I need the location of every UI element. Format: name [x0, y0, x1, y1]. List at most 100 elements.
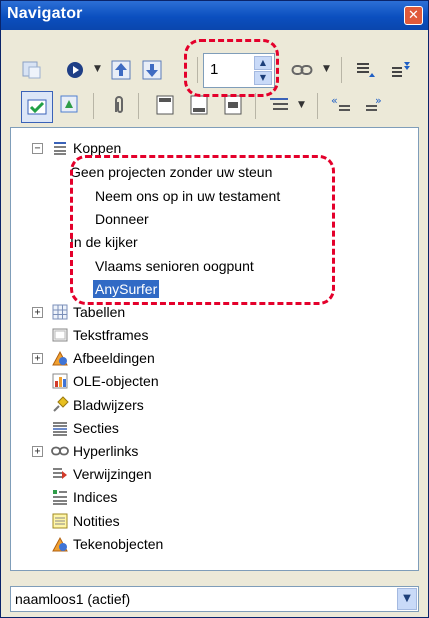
tree-item-verwijzingen[interactable]: Verwijzingen	[51, 463, 152, 485]
page-number-spinner[interactable]: 1 ▲ ▼	[203, 53, 275, 88]
tree-item-koppen[interactable]: Koppen	[51, 137, 121, 159]
heading-levels-icon	[268, 94, 290, 116]
expand-toggle[interactable]: +	[32, 446, 43, 457]
toggle-button[interactable]	[18, 56, 46, 84]
tree-item-label: Tekstframes	[73, 327, 149, 343]
content-view-button[interactable]	[351, 56, 379, 84]
tree-item-heading[interactable]: Geen projecten zonder uw steun	[70, 161, 272, 183]
promote-chapter-icon	[389, 59, 411, 81]
master-view-button[interactable]	[56, 91, 84, 119]
link-dropdown-icon[interactable]: ▼	[323, 64, 330, 74]
document-select-value: naamloos1 (actief)	[15, 591, 131, 607]
tree-item-label: AnySurfer	[93, 280, 160, 298]
svg-text:«: «	[331, 94, 338, 107]
tree-item-label: Bladwijzers	[73, 397, 144, 413]
expand-toggle[interactable]: +	[32, 353, 43, 364]
toolbar-separator	[93, 93, 94, 119]
tree-item-notities[interactable]: Notities	[51, 510, 120, 532]
tree-item-label: Indices	[73, 489, 118, 505]
window-title: Navigator	[7, 5, 83, 22]
navigator-window: Navigator ✕ ▼ 1 ▲ ▼ ▼ ▼ « » − Koppen Gee…	[0, 0, 429, 618]
title-bar[interactable]: Navigator ✕	[1, 1, 428, 30]
tree-item-label: Tekenobjecten	[73, 536, 164, 552]
tree-item-label: Secties	[73, 420, 119, 436]
toolbar-separator	[255, 93, 256, 119]
toolbar-separator	[317, 93, 318, 119]
link-icon	[291, 63, 313, 77]
tree-item-heading[interactable]: Neem ons op in uw testament	[95, 185, 280, 207]
tree-item-tabellen[interactable]: Tabellen	[51, 301, 125, 323]
navigation-button[interactable]	[61, 56, 89, 84]
previous-icon	[110, 59, 132, 81]
tree-item-ole-objecten[interactable]: OLE-objecten	[51, 370, 159, 392]
toolbar-separator	[138, 93, 139, 119]
toolbar-separator	[197, 57, 198, 83]
tree-item-label: Tabellen	[73, 304, 126, 320]
tree-item-heading[interactable]: In de kijker	[70, 231, 138, 253]
tree-item-heading[interactable]: Vlaams senioren oogpunt	[95, 255, 254, 277]
tree-item-tekenobjecten[interactable]: Tekenobjecten	[51, 533, 163, 555]
bookmark-pin-icon	[51, 396, 69, 414]
headings-icon	[51, 139, 69, 157]
drag-mode-icon	[109, 94, 129, 116]
previous-button[interactable]	[107, 56, 135, 84]
tree-item-label: OLE-objecten	[73, 373, 159, 389]
document-select[interactable]: naamloos1 (actief) ▼	[10, 586, 419, 612]
reference-icon	[51, 465, 69, 483]
index-icon	[51, 488, 69, 506]
tree-item-label: Afbeeldingen	[73, 350, 155, 366]
tree-item-hyperlinks[interactable]: Hyperlinks	[51, 440, 138, 462]
master-view-icon	[59, 94, 81, 116]
content-tree[interactable]: − Koppen Geen projecten zonder uw steun …	[10, 127, 419, 571]
promote-level-icon: «	[330, 94, 352, 116]
collapse-toggle[interactable]: −	[32, 143, 43, 154]
close-button[interactable]: ✕	[404, 6, 423, 25]
link-button[interactable]	[288, 56, 316, 84]
tree-item-label: Geen projecten zonder uw steun	[70, 164, 273, 180]
drawing-object-icon	[51, 535, 69, 553]
drag-mode-button[interactable]	[105, 91, 133, 119]
heading-levels-button[interactable]	[265, 91, 293, 119]
footer-button[interactable]	[185, 91, 213, 119]
header-button[interactable]	[151, 91, 179, 119]
tree-item-label: Notities	[73, 513, 120, 529]
spin-up-button[interactable]: ▲	[254, 56, 272, 70]
next-icon	[141, 59, 163, 81]
tree-item-afbeeldingen[interactable]: Afbeeldingen	[51, 347, 155, 369]
note-icon	[51, 512, 69, 530]
tree-item-indices[interactable]: Indices	[51, 486, 117, 508]
tree-item-heading[interactable]: Donneer	[95, 208, 149, 230]
anchor-button[interactable]	[219, 91, 247, 119]
section-icon	[51, 419, 69, 437]
tree-item-label: In de kijker	[70, 234, 138, 250]
tree-item-label: Neem ons op in uw testament	[95, 188, 281, 204]
image-icon	[51, 349, 69, 367]
ole-object-icon	[51, 372, 69, 390]
content-view-icon	[354, 59, 376, 81]
spin-down-button[interactable]: ▼	[254, 71, 272, 85]
tree-item-tekstframes[interactable]: Tekstframes	[51, 324, 148, 346]
promote-chapter-button[interactable]	[386, 56, 414, 84]
navigation-dropdown-icon[interactable]: ▼	[94, 64, 101, 74]
next-button[interactable]	[138, 56, 166, 84]
heading-levels-dropdown-icon[interactable]: ▼	[298, 100, 305, 110]
navigation-icon	[65, 60, 85, 80]
hyperlink-icon	[51, 442, 69, 460]
demote-level-button[interactable]: »	[361, 91, 389, 119]
tree-item-secties[interactable]: Secties	[51, 417, 119, 439]
content-navigation-icon	[26, 96, 48, 118]
tree-item-bladwijzers[interactable]: Bladwijzers	[51, 394, 144, 416]
tree-item-label: Hyperlinks	[73, 443, 139, 459]
expand-toggle[interactable]: +	[32, 307, 43, 318]
text-frame-icon	[51, 326, 69, 344]
chevron-down-icon[interactable]: ▼	[397, 588, 417, 610]
toggle-icon	[21, 59, 43, 81]
tree-item-heading-selected[interactable]: AnySurfer	[93, 278, 160, 300]
tree-item-label: Koppen	[73, 140, 122, 156]
footer-icon	[189, 94, 209, 116]
promote-level-button[interactable]: «	[327, 91, 355, 119]
content-navigation-button[interactable]	[21, 91, 53, 123]
toolbar-separator	[341, 57, 342, 83]
page-number-value: 1	[210, 61, 219, 78]
tree-item-label: Verwijzingen	[73, 466, 152, 482]
